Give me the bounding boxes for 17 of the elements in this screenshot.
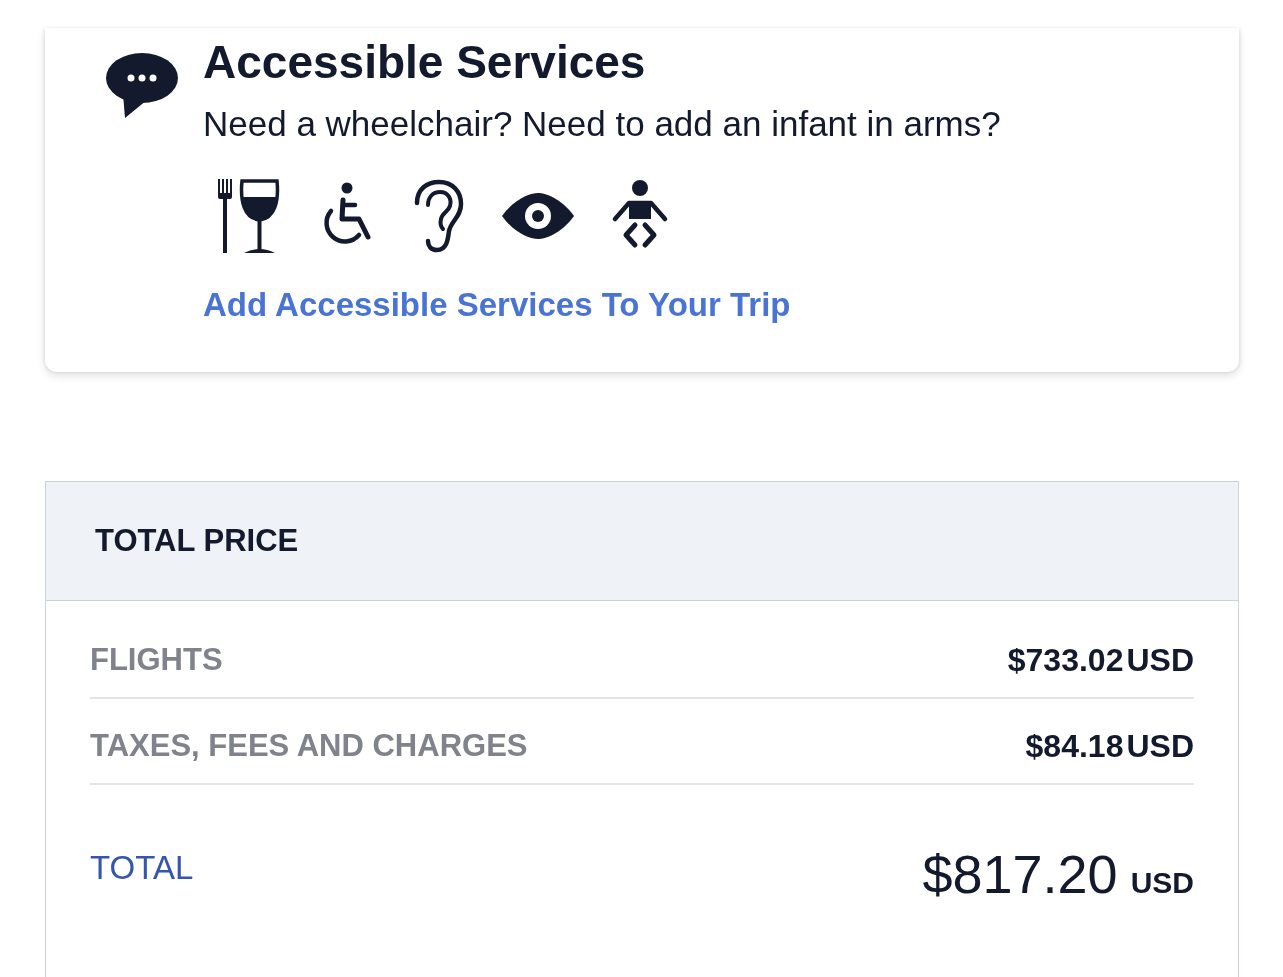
currency-code: USD (1130, 866, 1194, 900)
price-label: TAXES, FEES AND CHARGES (90, 728, 528, 764)
price-amount: $84.18 (1025, 727, 1124, 765)
card-description: Need a wheelchair? Need to add an infant in arms? (203, 104, 1002, 144)
add-services-link[interactable]: Add Accessible Services To Your Trip (203, 284, 791, 326)
price-label: FLIGHTS (90, 642, 223, 678)
panel-title: TOTAL PRICE (95, 523, 299, 559)
currency-code: USD (1126, 641, 1194, 679)
chat-bubble-icon (105, 52, 179, 118)
ear-icon (413, 179, 465, 253)
fork-and-wine-glass-icon (217, 179, 281, 253)
card-title: Accessible Services (203, 35, 647, 90)
price-amount: $733.02 (1007, 641, 1124, 679)
currency-code: USD (1126, 727, 1194, 765)
total-label: TOTAL (90, 849, 194, 887)
eye-icon (501, 192, 575, 240)
total-amount: $817.20 (922, 843, 1118, 905)
